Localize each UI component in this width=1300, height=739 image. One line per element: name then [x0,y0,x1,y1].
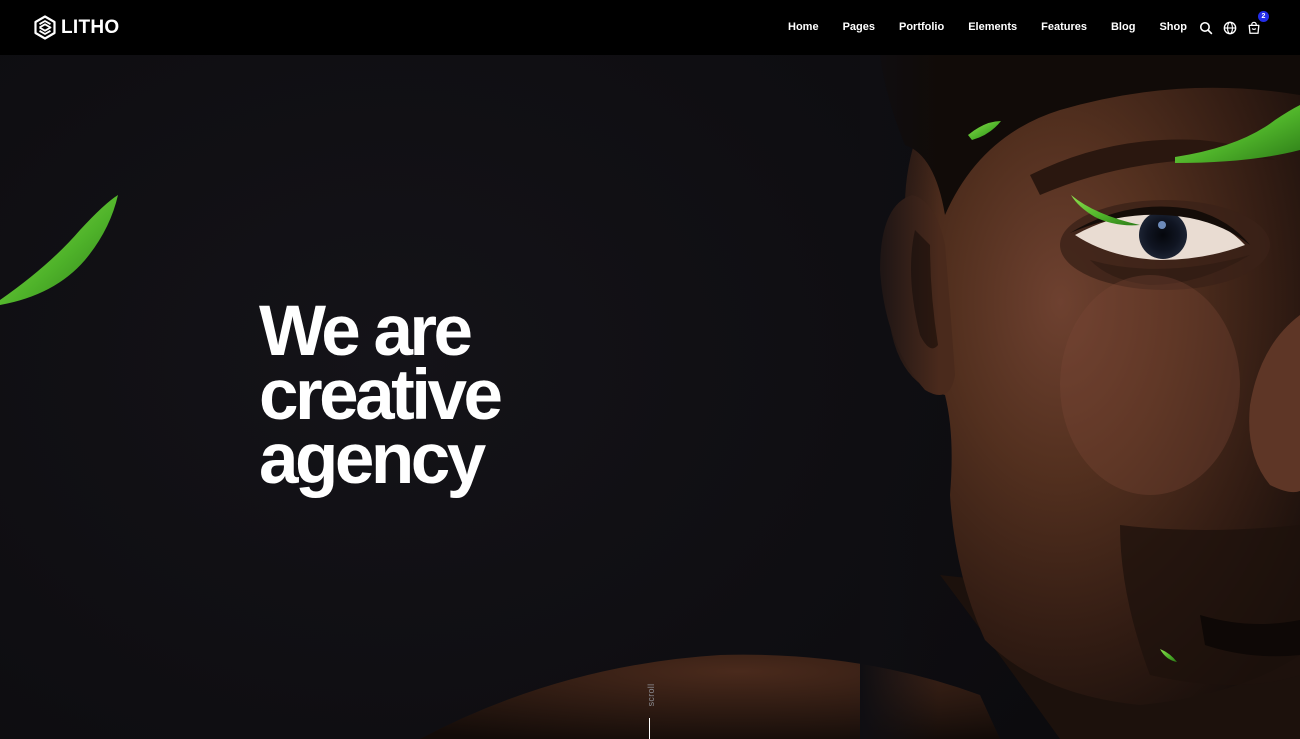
nav-item-home[interactable]: Home [776,0,831,55]
hero-heading-line-1: We are [259,292,473,371]
nav-item-pages[interactable]: Pages [831,0,887,55]
globe-icon [1223,21,1236,34]
search-button[interactable] [1198,20,1213,35]
nav-item-blog[interactable]: Blog [1099,0,1147,55]
header-icons: 2 [1198,0,1269,55]
nav-item-elements[interactable]: Elements [956,0,1029,55]
hero-heading-line-2: creative [259,356,503,435]
main-nav: Home Pages Portfolio Elements Features B… [776,0,1199,55]
hero-image [0,55,1300,739]
logo[interactable]: LITHO [34,15,120,40]
language-button[interactable] [1222,20,1237,35]
hero-section: We are creative agency scroll [0,55,1300,739]
scroll-label: scroll [646,683,656,707]
search-icon [1199,21,1212,34]
cart-button[interactable]: 2 [1246,11,1269,35]
site-header: LITHO Home Pages Portfolio Elements Feat… [0,0,1300,55]
logo-text: LITHO [61,17,120,38]
scroll-indicator[interactable]: scroll [642,680,658,739]
cart-icon [1248,21,1259,34]
litho-logo-icon [34,15,56,40]
hero-heading-line-3: agency [259,420,486,499]
nav-item-portfolio[interactable]: Portfolio [887,0,956,55]
cart-count-badge: 2 [1258,11,1269,22]
nav-item-features[interactable]: Features [1029,0,1099,55]
hero-heading: We are creative agency [259,292,619,499]
scroll-line [649,718,650,739]
nav-item-shop[interactable]: Shop [1147,0,1199,55]
